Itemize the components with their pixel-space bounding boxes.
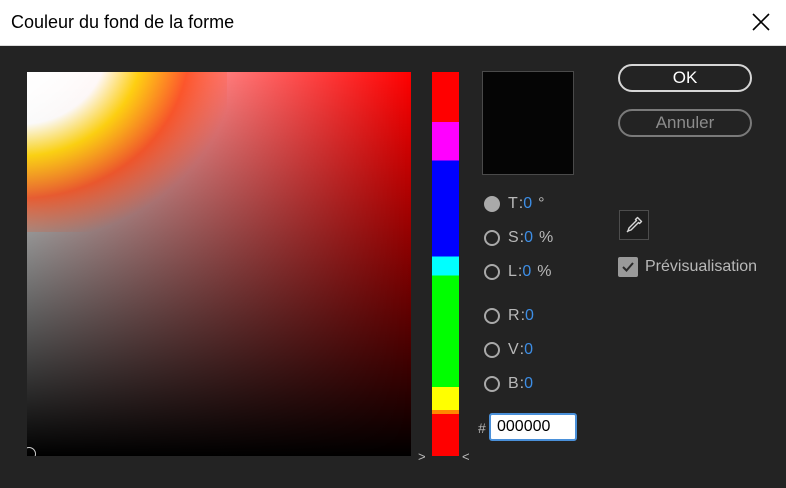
close-icon <box>752 13 770 31</box>
cancel-button[interactable]: Annuler <box>618 109 752 137</box>
radio-l[interactable] <box>484 264 500 280</box>
channel-row-b[interactable]: B: 0 <box>484 373 539 395</box>
channel-unit-s: % <box>539 229 554 246</box>
radio-r[interactable] <box>484 308 500 324</box>
eyedropper-icon <box>626 216 643 233</box>
channel-label-s: S <box>508 229 519 246</box>
radio-t[interactable] <box>484 196 500 212</box>
close-button[interactable] <box>750 11 772 33</box>
hex-prefix: # <box>478 420 486 436</box>
checkmark-icon <box>622 262 634 272</box>
channel-row-l[interactable]: L: 0 % <box>484 261 552 283</box>
channel-value-s[interactable]: 0 <box>524 229 533 247</box>
hex-input[interactable] <box>489 413 577 441</box>
hue-strip[interactable] <box>432 72 459 456</box>
radio-v[interactable] <box>484 342 500 358</box>
channel-label-v: V <box>508 341 519 358</box>
radio-s[interactable] <box>484 230 500 246</box>
channel-value-r[interactable]: 0 <box>525 307 534 325</box>
channel-value-t[interactable]: 0 <box>523 195 532 213</box>
saturation-lightness-field[interactable] <box>27 72 411 456</box>
channel-unit-l: % <box>537 263 552 280</box>
channel-label-r: R <box>508 307 520 324</box>
channel-row-r[interactable]: R: 0 <box>484 305 540 327</box>
channel-label-b: B <box>508 375 519 392</box>
eyedropper-button[interactable] <box>619 210 649 240</box>
ok-button[interactable]: OK <box>618 64 752 92</box>
channel-row-v[interactable]: V: 0 <box>484 339 539 361</box>
hue-slider-right-arrow-icon[interactable]: < <box>462 449 470 464</box>
color-swatch <box>482 71 574 175</box>
preview-label: Prévisualisation <box>645 258 758 275</box>
hue-slider-left-arrow-icon[interactable]: > <box>418 449 426 464</box>
field-highlight <box>27 72 227 232</box>
channel-value-b[interactable]: 0 <box>524 375 533 393</box>
preview-checkbox[interactable] <box>618 257 638 277</box>
title-bar: Couleur du fond de la forme <box>0 0 786 46</box>
channel-value-l[interactable]: 0 <box>522 263 531 281</box>
window-title: Couleur du fond de la forme <box>11 12 235 32</box>
channel-label-l: L <box>508 263 517 280</box>
preview-toggle[interactable]: Prévisualisation <box>618 257 757 277</box>
field-marker[interactable] <box>27 447 36 456</box>
channel-label-t: T <box>508 195 518 212</box>
radio-b[interactable] <box>484 376 500 392</box>
channel-value-v[interactable]: 0 <box>524 341 533 359</box>
channel-row-s[interactable]: S: 0 % <box>484 227 553 249</box>
channel-row-t[interactable]: T: 0 ° <box>484 193 545 215</box>
channel-unit-t: ° <box>538 195 545 212</box>
